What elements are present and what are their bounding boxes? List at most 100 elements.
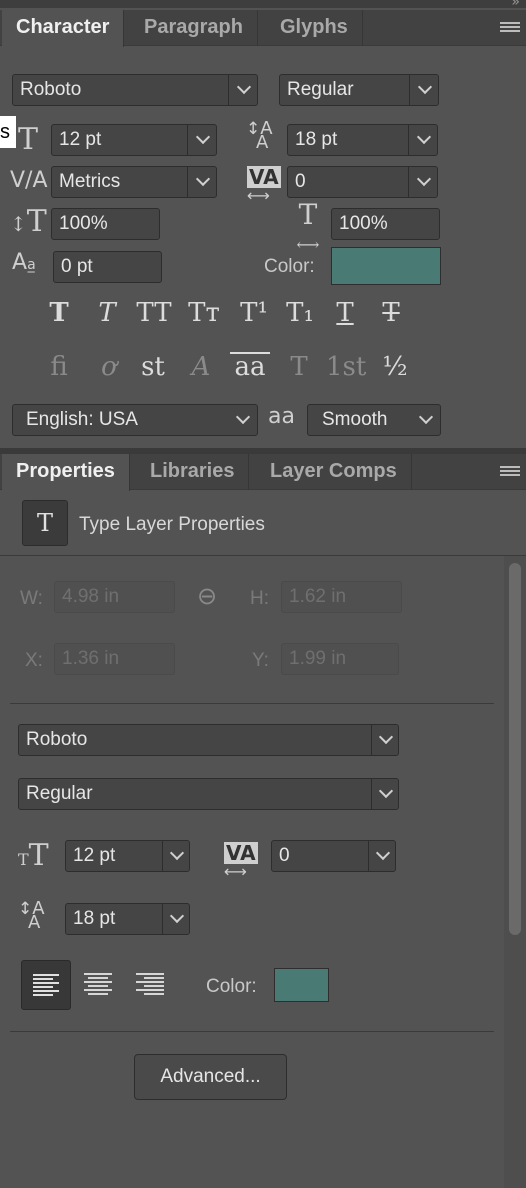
props-font-family-dropdown[interactable]: Roboto bbox=[18, 724, 399, 756]
baseline-shift-value: 0 pt bbox=[61, 256, 93, 277]
chevron-down-icon bbox=[371, 724, 399, 756]
align-center-button[interactable] bbox=[74, 960, 122, 1010]
align-left-button[interactable] bbox=[21, 960, 71, 1010]
color-swatch[interactable] bbox=[331, 247, 441, 285]
bottom-separator bbox=[10, 1031, 494, 1032]
font-family-dropdown[interactable]: Roboto bbox=[12, 74, 258, 106]
panel-menu-icon[interactable] bbox=[500, 22, 520, 34]
props-font-style-value: Regular bbox=[26, 783, 93, 804]
x-label: X: bbox=[25, 650, 43, 671]
ligatures-icon[interactable]: ﬁ bbox=[42, 352, 76, 382]
chevron-down-icon bbox=[162, 840, 190, 872]
font-size-dropdown[interactable]: 12 pt bbox=[51, 124, 217, 156]
height-input: 1.62 in bbox=[281, 581, 402, 613]
props-color-label: Color: bbox=[206, 976, 257, 997]
header-separator bbox=[0, 555, 526, 556]
collapse-panels-icon[interactable]: » bbox=[511, 0, 520, 10]
subscript-icon[interactable]: T₁ bbox=[282, 298, 318, 328]
align-center-icon bbox=[84, 973, 112, 995]
panel-menu-icon[interactable] bbox=[500, 466, 520, 478]
vertical-scale-value: 100% bbox=[59, 213, 108, 234]
tooltip-fragment: s bbox=[0, 116, 16, 148]
small-caps-icon[interactable]: Tт bbox=[184, 298, 224, 328]
width-label: W: bbox=[20, 588, 43, 609]
font-size-value: 12 pt bbox=[59, 129, 102, 150]
props-leading-dropdown[interactable]: 18 pt bbox=[65, 903, 190, 935]
baseline-shift-icon: Aa̲ bbox=[12, 250, 36, 275]
titling-alternates-icon[interactable]: T bbox=[282, 352, 316, 382]
antialias-value: Smooth bbox=[322, 409, 388, 430]
props-font-size-dropdown[interactable]: 12 pt bbox=[65, 840, 190, 872]
discretionary-ligatures-icon[interactable]: st bbox=[136, 352, 170, 382]
tab-glyphs[interactable]: Glyphs bbox=[266, 10, 363, 46]
font-style-dropdown[interactable]: Regular bbox=[279, 74, 439, 106]
faux-bold-icon[interactable]: T bbox=[44, 298, 74, 328]
advanced-button[interactable]: Advanced... bbox=[134, 1054, 287, 1100]
chevron-down-icon bbox=[371, 778, 399, 810]
antialias-dropdown[interactable]: Smooth bbox=[307, 404, 441, 436]
height-value: 1.62 in bbox=[289, 586, 347, 607]
chevron-down-icon bbox=[228, 404, 258, 436]
x-input: 1.36 in bbox=[54, 643, 175, 675]
horizontal-scale-input[interactable]: 100% bbox=[331, 208, 440, 240]
superscript-icon[interactable]: T¹ bbox=[236, 298, 272, 328]
props-tracking-value: 0 bbox=[279, 845, 290, 866]
tab-layer-comps[interactable]: Layer Comps bbox=[256, 454, 412, 490]
font-style-value: Regular bbox=[287, 79, 354, 100]
chevron-down-icon bbox=[411, 404, 441, 436]
old-style-icon[interactable]: ơ bbox=[92, 352, 126, 382]
tracking-icon: VA bbox=[247, 165, 281, 189]
type-layer-icon: T bbox=[22, 500, 68, 546]
link-icon: ⊖ bbox=[197, 582, 218, 610]
kerning-dropdown[interactable]: Metrics bbox=[51, 166, 217, 198]
scrollbar-thumb[interactable] bbox=[509, 563, 521, 935]
all-caps-icon[interactable]: TT bbox=[134, 298, 174, 328]
stylistic-alternates-icon[interactable]: aa bbox=[230, 352, 270, 380]
language-value: English: USA bbox=[26, 409, 138, 430]
tab-character[interactable]: Character bbox=[2, 10, 125, 47]
baseline-shift-input[interactable]: 0 pt bbox=[53, 251, 162, 283]
font-size-icon: T bbox=[18, 122, 39, 157]
x-value: 1.36 in bbox=[62, 648, 120, 669]
tracking-dropdown[interactable]: 0 bbox=[287, 166, 438, 198]
swash-icon[interactable]: A bbox=[184, 352, 218, 382]
props-font-family-value: Roboto bbox=[26, 729, 88, 750]
font-family-value: Roboto bbox=[20, 79, 82, 100]
props-font-size-icon: TT bbox=[18, 838, 49, 873]
width-input: 4.98 in bbox=[54, 581, 175, 613]
tab-libraries[interactable]: Libraries bbox=[136, 454, 250, 490]
props-tracking-dropdown[interactable]: 0 bbox=[271, 840, 396, 872]
chevron-down-icon bbox=[408, 166, 438, 198]
underline-icon[interactable]: T bbox=[330, 298, 360, 328]
horizontal-scale-icon: T ⟷ bbox=[296, 198, 320, 255]
leading-icon: ↕A A bbox=[246, 118, 273, 153]
y-input: 1.99 in bbox=[281, 643, 399, 675]
height-label: H: bbox=[250, 588, 269, 609]
vertical-scale-input[interactable]: 100% bbox=[51, 208, 160, 240]
chevron-down-icon bbox=[187, 166, 217, 198]
leading-value: 18 pt bbox=[295, 129, 338, 150]
ordinals-icon[interactable]: 1st bbox=[326, 352, 366, 382]
faux-italic-icon[interactable]: T bbox=[92, 298, 122, 328]
align-right-button[interactable] bbox=[126, 960, 174, 1010]
chevron-down-icon bbox=[409, 74, 439, 106]
tracking-value: 0 bbox=[295, 171, 306, 192]
top-strip bbox=[0, 0, 526, 8]
props-leading-value: 18 pt bbox=[73, 908, 116, 929]
leading-dropdown[interactable]: 18 pt bbox=[287, 124, 438, 156]
tab-paragraph[interactable]: Paragraph bbox=[130, 10, 258, 46]
strikethrough-icon[interactable]: T bbox=[376, 298, 406, 328]
fractions-icon[interactable]: ½ bbox=[378, 352, 412, 382]
antialias-icon: aa bbox=[268, 404, 295, 429]
kerning-icon: V/A bbox=[10, 168, 48, 193]
props-font-style-dropdown[interactable]: Regular bbox=[18, 778, 399, 810]
language-dropdown[interactable]: English: USA bbox=[12, 404, 258, 436]
chevron-down-icon bbox=[368, 840, 396, 872]
align-right-icon bbox=[136, 973, 164, 995]
props-color-swatch[interactable] bbox=[274, 968, 329, 1002]
align-left-icon bbox=[33, 974, 59, 996]
props-tracking-icon: VA bbox=[224, 841, 258, 865]
props-tracking-arrow-icon: ⟷ bbox=[224, 862, 247, 881]
chevron-down-icon bbox=[162, 903, 190, 935]
tab-properties[interactable]: Properties bbox=[2, 454, 130, 491]
